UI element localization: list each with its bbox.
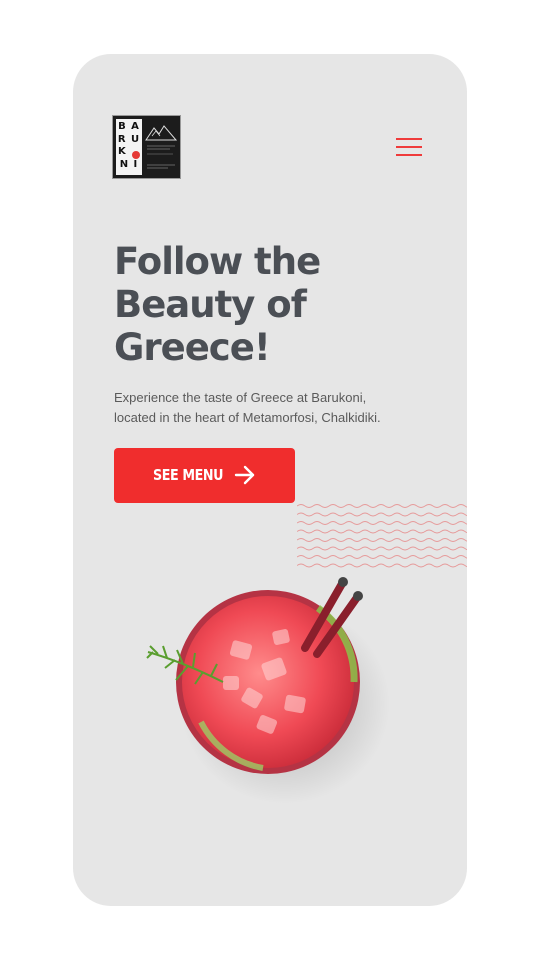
- wave-line: [297, 538, 467, 542]
- logo-letter-box: B A R U K N I: [116, 119, 142, 175]
- logo-line-1: B A: [118, 121, 140, 132]
- wave-line: [297, 529, 467, 534]
- phone-frame: B A R U K N I Follow the Beauty of Greec…: [73, 54, 467, 906]
- red-cocktail-image: [146, 577, 390, 804]
- description-line-2: located in the heart of Metamorfosi, Cha…: [114, 410, 381, 425]
- headline-line-2: Beauty of: [114, 283, 307, 326]
- see-menu-button[interactable]: SEE MENU: [114, 448, 295, 503]
- wave-pattern: [297, 504, 467, 568]
- hero-description: Experience the taste of Greece at Baruko…: [114, 388, 414, 428]
- logo-dot: [132, 151, 140, 159]
- wave-line: [297, 504, 467, 508]
- wave-line: [297, 521, 467, 525]
- logo-line-2: R U: [117, 133, 141, 145]
- wave-line: [297, 555, 467, 559]
- mountain-logo-icon: [145, 125, 178, 169]
- arrow-right-icon: [234, 465, 255, 485]
- wave-line: [297, 512, 467, 517]
- description-line-1: Experience the taste of Greece at Baruko…: [114, 390, 367, 405]
- see-menu-label: SEE MENU: [153, 466, 224, 484]
- wave-line: [297, 546, 467, 551]
- headline-line-3: Greece!: [114, 326, 271, 369]
- hero-headline: Follow the Beauty of Greece!: [114, 240, 414, 369]
- wave-line: [297, 563, 467, 568]
- logo-letters: B A R U K N I: [116, 121, 142, 171]
- logo-line-4: N I: [119, 158, 139, 170]
- hamburger-menu-icon[interactable]: [396, 138, 422, 158]
- brand-logo[interactable]: B A R U K N I: [112, 115, 181, 179]
- headline-line-1: Follow the: [114, 240, 321, 283]
